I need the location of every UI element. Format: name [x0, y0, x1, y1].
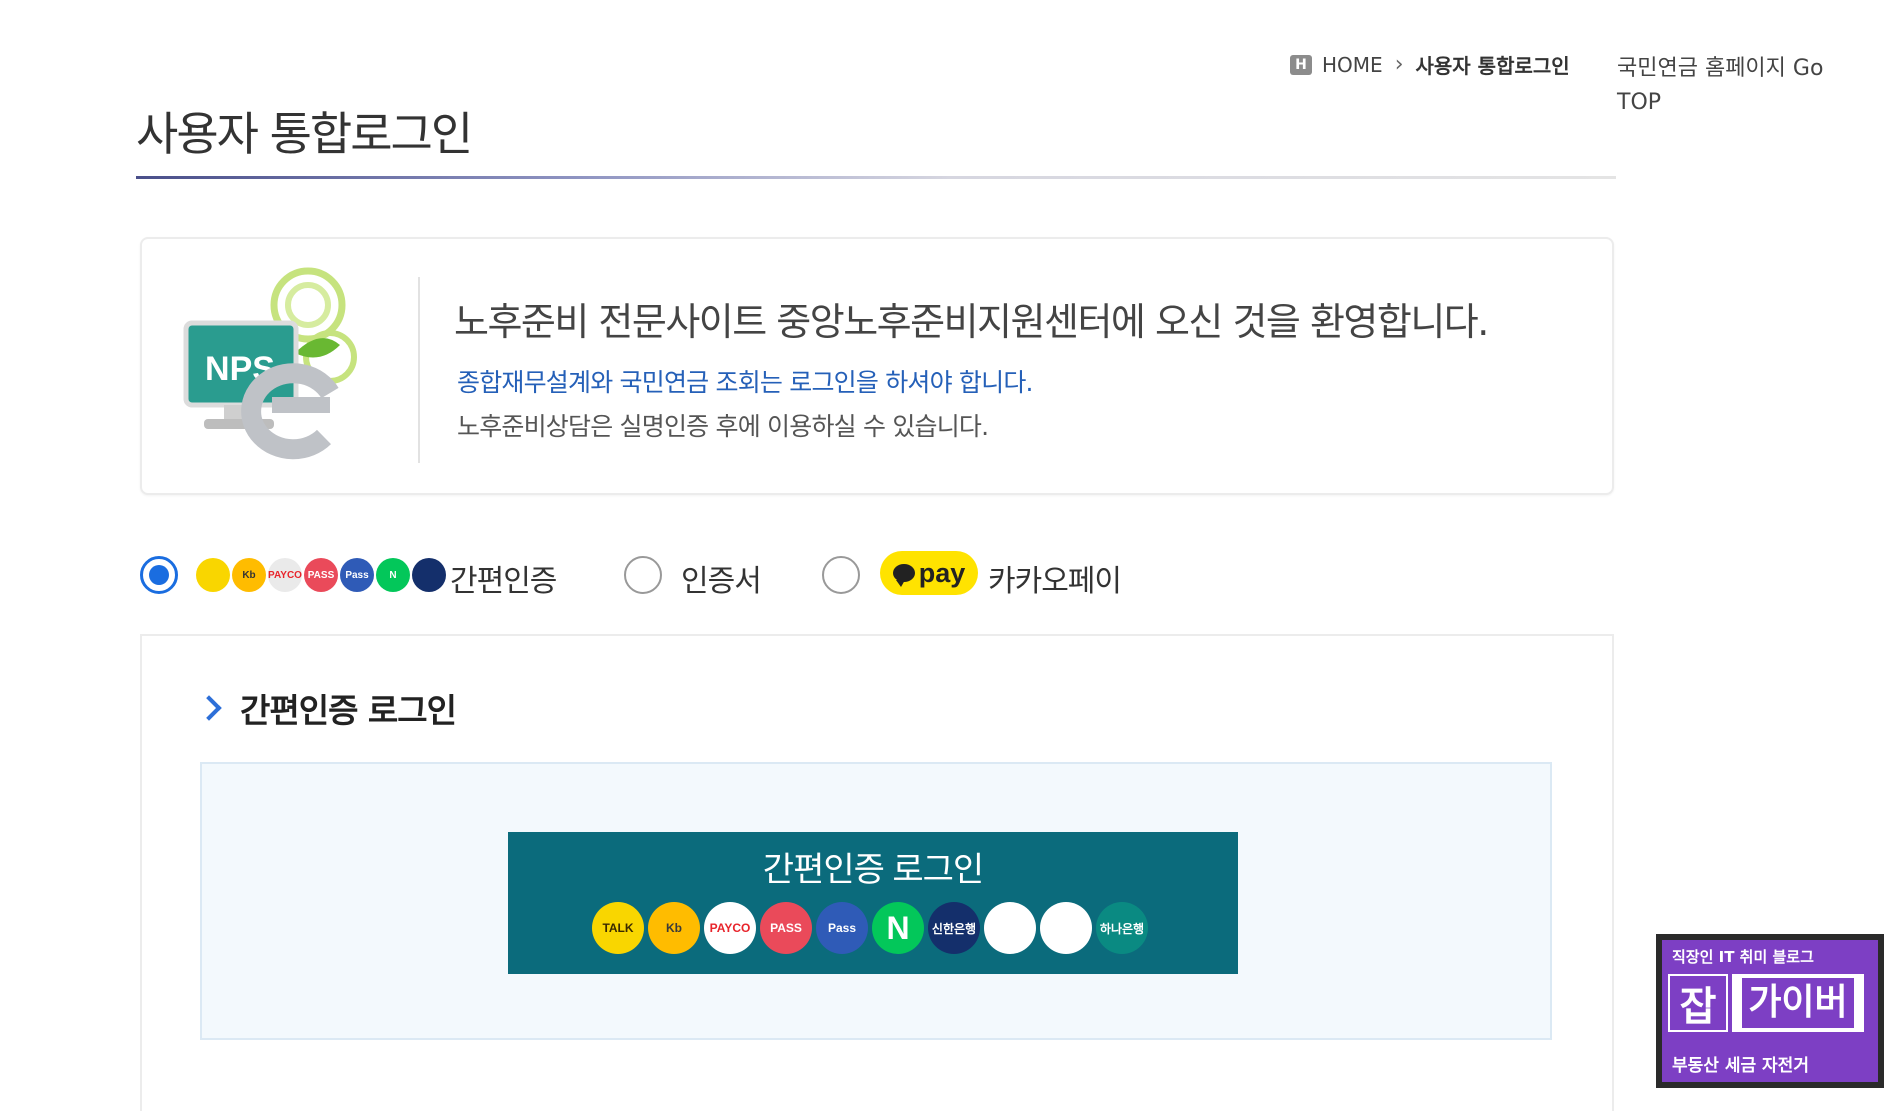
welcome-heading: 노후준비 전문사이트 중앙노후준비지원센터에 오신 것을 환영합니다.	[454, 300, 1489, 344]
radio-simple-auth[interactable]	[140, 556, 178, 594]
banksalad-icon	[1040, 902, 1092, 954]
kb-icon: Kb	[648, 902, 700, 954]
simple-login-panel: 간편인증 로그인 간편인증 로그인 TALK Kb PAYCO PASS Pass N 신한…	[140, 634, 1614, 1111]
shinhan-icon: 신한은행	[928, 902, 980, 954]
kb-icon: Kb	[232, 558, 266, 592]
breadcrumb-home[interactable]: HOME	[1322, 53, 1383, 77]
payco-icon: PAYCO	[268, 558, 302, 592]
consult-notice: 노후준비상담은 실명인증 후에 이용하실 수 있습니다.	[457, 412, 989, 441]
blog-watermark: 직장인 IT 취미 블로그 잡 가이버 부동산 세금 자전거	[1656, 934, 1884, 1088]
kakao-bubble-icon	[892, 564, 915, 587]
simple-auth-provider-icons: Kb PAYCO PASS Pass N	[196, 558, 448, 592]
login-required-notice: 종합재무설계와 국민연금 조회는 로그인을 하셔야 합니다.	[457, 368, 1033, 397]
breadcrumb-current: 사용자 통합로그인	[1415, 54, 1570, 78]
radio-certificate[interactable]	[624, 556, 662, 594]
nps-homepage-link[interactable]: 국민연금 홈페이지 Go TOP	[1617, 52, 1857, 120]
toss-icon	[984, 902, 1036, 954]
hana-icon: 하나은행	[1096, 902, 1148, 954]
simple-auth-login-button[interactable]: 간편인증 로그인 TALK Kb PAYCO PASS Pass N 신한은행 하나은행	[508, 832, 1238, 974]
pass-icon: PASS	[304, 558, 338, 592]
section-title: 간편인증 로그인	[196, 684, 457, 732]
samsung-pass-icon: Pass	[340, 558, 374, 592]
label-kakaopay[interactable]: 카카오페이	[988, 556, 1122, 600]
simple-auth-login-label: 간편인증 로그인	[762, 851, 984, 889]
label-simple-auth[interactable]: 간편인증	[450, 556, 557, 600]
section-title-text: 간편인증 로그인	[240, 691, 457, 730]
naver-icon: N	[872, 902, 924, 954]
kakaopay-badge: pay	[880, 551, 978, 595]
welcome-box: NPS 노후준비 전문사이트 중앙노후준비지원센터에 오신 것을 환영합니다. …	[140, 237, 1614, 495]
watermark-gaiver: 가이버	[1742, 978, 1854, 1028]
samsung-pass-icon: Pass	[816, 902, 868, 954]
radio-kakaopay[interactable]	[822, 556, 860, 594]
welcome-divider	[418, 277, 420, 463]
simple-login-area: 간편인증 로그인 TALK Kb PAYCO PASS Pass N 신한은행 하나은행	[200, 762, 1552, 1040]
title-divider	[136, 176, 1616, 179]
watermark-jab: 잡	[1668, 974, 1728, 1032]
naver-icon: N	[376, 558, 410, 592]
kakaotalk-icon: TALK	[592, 902, 644, 954]
chevron-right-icon: ›	[1394, 52, 1404, 77]
kakaopay-badge-text: pay	[918, 557, 966, 588]
pass-icon: PASS	[760, 902, 812, 954]
watermark-line1: 직장인 IT 취미 블로그	[1672, 948, 1814, 966]
nps-logo: NPS	[180, 265, 358, 465]
payco-icon: PAYCO	[704, 902, 756, 954]
home-icon[interactable]: H	[1290, 54, 1312, 75]
label-certificate[interactable]: 인증서	[681, 556, 762, 600]
shinhan-icon	[412, 558, 446, 592]
watermark-line2: 부동산 세금 자전거	[1672, 1056, 1809, 1076]
page-title: 사용자 통합로그인	[136, 107, 473, 161]
kakaotalk-icon	[196, 558, 230, 592]
breadcrumb: H HOME › 사용자 통합로그인	[1290, 50, 1570, 79]
provider-icons: TALK Kb PAYCO PASS Pass N 신한은행 하나은행	[592, 902, 1152, 954]
chevron-right-icon	[196, 695, 222, 721]
